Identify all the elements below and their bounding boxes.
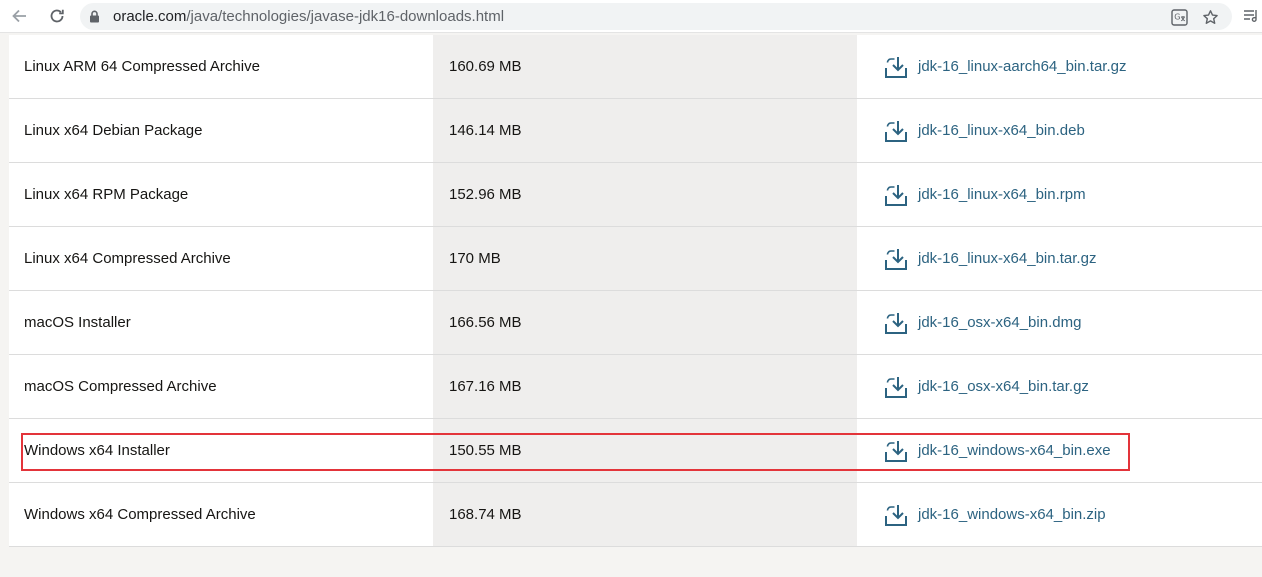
- download-link[interactable]: jdk-16_linux-x64_bin.rpm: [883, 182, 1086, 208]
- file-size-cell: 170 MB: [433, 227, 857, 290]
- address-bar[interactable]: oracle.com/java/technologies/javase-jdk1…: [80, 3, 1232, 30]
- lock-icon[interactable]: [89, 10, 100, 23]
- file-size-cell: 160.69 MB: [433, 35, 857, 98]
- download-link[interactable]: jdk-16_linux-x64_bin.deb: [883, 118, 1085, 144]
- star-icon: [1202, 9, 1218, 24]
- product-cell: Linux x64 Compressed Archive: [24, 250, 231, 267]
- back-button[interactable]: [6, 4, 32, 28]
- product-cell: Linux x64 RPM Package: [24, 186, 189, 203]
- table-row: macOS Compressed Archive 167.16 MB jdk-1…: [9, 355, 1262, 419]
- reading-list-button[interactable]: [1238, 4, 1262, 28]
- product-cell: Linux x64 Debian Package: [24, 122, 203, 139]
- download-cell: jdk-16_linux-x64_bin.rpm: [857, 163, 1262, 226]
- table-row: Linux x64 RPM Package 152.96 MB jdk-16_l…: [9, 163, 1262, 227]
- download-icon: [885, 184, 907, 206]
- download-filename: jdk-16_osx-x64_bin.tar.gz: [918, 378, 1089, 395]
- file-size-cell: 152.96 MB: [433, 163, 857, 226]
- bookmark-button[interactable]: [1201, 8, 1219, 26]
- download-icon: [885, 56, 907, 78]
- svg-text:G: G: [1174, 12, 1180, 21]
- download-cell: jdk-16_windows-x64_bin.exe: [857, 419, 1262, 482]
- download-link[interactable]: jdk-16_windows-x64_bin.zip: [883, 502, 1106, 528]
- arrow-left-icon: [12, 9, 26, 23]
- url-text[interactable]: oracle.com/java/technologies/javase-jdk1…: [113, 8, 504, 25]
- download-filename: jdk-16_linux-x64_bin.deb: [918, 122, 1085, 139]
- product-cell: Windows x64 Compressed Archive: [24, 506, 256, 523]
- download-cell: jdk-16_linux-x64_bin.deb: [857, 99, 1262, 162]
- url-host: oracle.com: [113, 8, 187, 25]
- download-icon: [885, 504, 907, 526]
- product-cell: Windows x64 Installer: [24, 442, 170, 459]
- product-cell: Linux ARM 64 Compressed Archive: [24, 58, 260, 75]
- url-path: /java/technologies/javase-jdk16-download…: [186, 8, 505, 25]
- download-filename: jdk-16_linux-x64_bin.tar.gz: [918, 250, 1097, 267]
- download-cell: jdk-16_linux-aarch64_bin.tar.gz: [857, 35, 1262, 98]
- table-row: Windows x64 Compressed Archive 168.74 MB…: [9, 483, 1262, 547]
- table-row: Linux ARM 64 Compressed Archive 160.69 M…: [9, 35, 1262, 99]
- reading-list-icon: [1244, 10, 1257, 22]
- file-size-cell: 168.74 MB: [433, 483, 857, 546]
- product-cell: macOS Installer: [24, 314, 131, 331]
- file-size-cell: 167.16 MB: [433, 355, 857, 418]
- table-row: macOS Installer 166.56 MB jdk-16_osx-x64…: [9, 291, 1262, 355]
- download-link[interactable]: jdk-16_linux-aarch64_bin.tar.gz: [883, 54, 1126, 80]
- download-cell: jdk-16_osx-x64_bin.tar.gz: [857, 355, 1262, 418]
- file-size-cell: 150.55 MB: [433, 419, 857, 482]
- download-filename: jdk-16_linux-x64_bin.rpm: [918, 186, 1086, 203]
- translate-icon: G: [1170, 8, 1188, 26]
- download-link[interactable]: jdk-16_osx-x64_bin.tar.gz: [883, 374, 1089, 400]
- download-icon: [885, 312, 907, 334]
- download-cell: jdk-16_osx-x64_bin.dmg: [857, 291, 1262, 354]
- downloads-table: Linux ARM 64 Compressed Archive 160.69 M…: [9, 35, 1262, 547]
- browser-toolbar: oracle.com/java/technologies/javase-jdk1…: [0, 0, 1262, 33]
- download-icon: [885, 376, 907, 398]
- download-icon: [885, 120, 907, 142]
- reload-icon: [50, 9, 64, 23]
- table-row: Linux x64 Debian Package 146.14 MB jdk-1…: [9, 99, 1262, 163]
- product-cell: macOS Compressed Archive: [24, 378, 217, 395]
- download-icon: [885, 440, 907, 462]
- table-row: Windows x64 Installer 150.55 MB jdk-16_w…: [9, 419, 1262, 483]
- file-size-cell: 166.56 MB: [433, 291, 857, 354]
- download-link[interactable]: jdk-16_linux-x64_bin.tar.gz: [883, 246, 1096, 272]
- download-filename: jdk-16_linux-aarch64_bin.tar.gz: [918, 58, 1127, 75]
- download-filename: jdk-16_windows-x64_bin.exe: [918, 442, 1111, 459]
- download-link[interactable]: jdk-16_osx-x64_bin.dmg: [883, 310, 1081, 336]
- download-icon: [885, 248, 907, 270]
- file-size-cell: 146.14 MB: [433, 99, 857, 162]
- download-filename: jdk-16_osx-x64_bin.dmg: [918, 314, 1082, 331]
- download-cell: jdk-16_linux-x64_bin.tar.gz: [857, 227, 1262, 290]
- download-cell: jdk-16_windows-x64_bin.zip: [857, 483, 1262, 546]
- translate-button[interactable]: G: [1170, 8, 1188, 26]
- table-row: Linux x64 Compressed Archive 170 MB jdk-…: [9, 227, 1262, 291]
- download-filename: jdk-16_windows-x64_bin.zip: [918, 506, 1106, 523]
- reload-button[interactable]: [44, 4, 70, 28]
- download-link[interactable]: jdk-16_windows-x64_bin.exe: [883, 438, 1111, 464]
